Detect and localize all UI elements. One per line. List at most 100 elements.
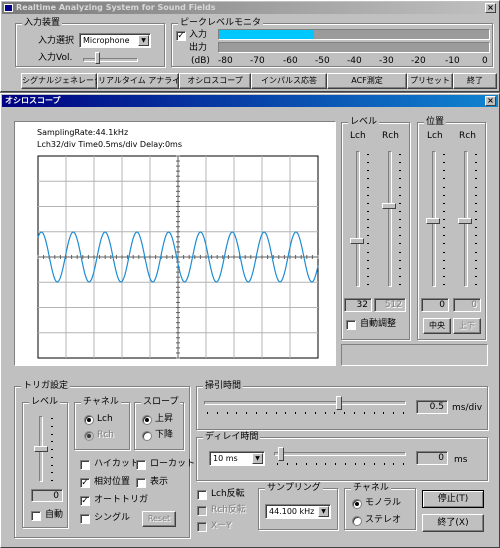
trigger-level-slider[interactable] (34, 446, 48, 452)
position-lch-value: 0 (421, 298, 449, 312)
slider-tick (475, 275, 477, 277)
hicut-label: ハイカット (94, 459, 139, 469)
trigger-auto-checkbox[interactable] (31, 511, 41, 521)
display-checkbox[interactable] (136, 478, 146, 488)
sampling-select[interactable]: 44.100 kHz ▼ (265, 504, 331, 519)
slider-tick (207, 412, 208, 414)
slider-tick (475, 219, 477, 220)
input-vol-slider[interactable] (95, 52, 100, 64)
sweep-label: 掃引時間 (203, 381, 244, 391)
slope-fall-radio[interactable] (142, 431, 152, 441)
slider-tick (399, 194, 401, 196)
impulse-response-button[interactable]: インパルス応答 (251, 73, 327, 89)
meter-scale-label: -60 (283, 56, 298, 66)
slider-tick (285, 412, 287, 414)
slider-tick (393, 463, 395, 465)
scope-screen (37, 155, 319, 359)
slider-tick (367, 202, 369, 204)
chevron-down-icon[interactable]: ▼ (252, 453, 263, 464)
slider-tick (399, 154, 401, 155)
mono-radio[interactable] (352, 499, 362, 509)
level-rch-value: 512 (374, 298, 406, 312)
stop-button[interactable]: 停止(T) (422, 490, 484, 508)
slider-tick (475, 154, 477, 155)
center-button[interactable]: 中央 (423, 318, 451, 334)
reset-button[interactable]: Reset (142, 511, 176, 527)
slider-tick (305, 412, 306, 414)
xy-checkbox[interactable] (197, 522, 207, 532)
slider-tick (51, 433, 53, 435)
level-lch-slider[interactable] (350, 238, 364, 244)
osc-title: オシロスコープ (5, 96, 61, 105)
slider-tick (403, 463, 404, 465)
slider-tick (475, 227, 477, 229)
slider-tick (443, 202, 445, 204)
single-checkbox[interactable] (80, 514, 90, 524)
slider-tick (367, 186, 369, 188)
sampling-label: サンプリング (265, 483, 323, 493)
level-auto-checkbox[interactable] (346, 320, 356, 330)
slider-tick (367, 267, 369, 269)
osc-title-bar: オシロスコープ × (2, 95, 498, 107)
slider-tick (334, 412, 336, 414)
delay-value: 0 (416, 451, 448, 465)
slider-tick (246, 412, 248, 414)
slider-tick (295, 412, 297, 414)
slider-tick (363, 412, 365, 414)
delay-label: ディレイ時間 (203, 432, 261, 442)
trigger-level-label: レベル (29, 397, 61, 407)
level-auto-label: 自動調整 (360, 319, 397, 329)
slider-tick (51, 480, 53, 481)
delay-unit: ms (454, 455, 468, 465)
osc-exit-button[interactable]: 終了(X) (422, 514, 484, 532)
meter-in-checkbox[interactable]: ✓ (176, 31, 186, 41)
rch-invert-checkbox[interactable] (197, 506, 207, 516)
slider-tick (314, 412, 316, 414)
slider-tick (344, 463, 346, 465)
updown-button[interactable]: 上下 (453, 318, 481, 334)
slider-tick (399, 186, 401, 188)
trigger-level-value: 0 (31, 489, 63, 502)
slider-tick (306, 463, 308, 465)
main-window: Realtime Analyzing System for Sound Fiel… (0, 0, 500, 92)
xy-label: X－Y (211, 521, 232, 531)
close-icon[interactable]: × (485, 3, 496, 13)
realtime-analyzer-button[interactable]: リアルタイム アナライザ (97, 73, 188, 89)
slider-tick (443, 284, 445, 285)
close-icon[interactable]: × (485, 96, 496, 106)
autotrig-checkbox[interactable]: ✓ (80, 496, 90, 506)
slider-tick (403, 412, 404, 414)
slider-tick (367, 284, 369, 285)
position-lch-slider[interactable] (426, 218, 440, 224)
stereo-label: ステレオ (365, 515, 402, 525)
slider-tick (354, 412, 355, 414)
stereo-radio[interactable] (352, 516, 362, 526)
hicut-checkbox[interactable] (80, 460, 90, 470)
relpos-checkbox[interactable]: ✓ (80, 478, 90, 488)
lch-invert-checkbox[interactable] (197, 490, 207, 500)
signal-generator-button[interactable]: シグナルジェネレータ (21, 73, 102, 89)
preset-button[interactable]: プリセット (407, 73, 453, 89)
chevron-down-icon[interactable]: ▼ (138, 35, 149, 46)
chevron-down-icon[interactable]: ▼ (318, 506, 329, 517)
slider-tick (475, 251, 477, 253)
meter-in-fill (219, 30, 314, 39)
level-rch-slider[interactable] (382, 203, 396, 209)
sampling-select-value: 44.100 kHz (269, 507, 315, 516)
trigger-slope-label: スロープ (141, 397, 181, 407)
delay-select[interactable]: 10 ms ▼ (209, 451, 265, 466)
acf-measure-button[interactable]: ACF測定 (327, 73, 407, 89)
exit-button[interactable]: 終了 (453, 73, 497, 89)
lowcut-checkbox[interactable] (136, 460, 146, 470)
oscilloscope-button[interactable]: オシロスコープ (179, 73, 251, 89)
input-device-select[interactable]: Microphone ▼ (79, 33, 151, 48)
position-rch-slider[interactable] (458, 218, 472, 224)
slope-rise-radio[interactable] (142, 415, 152, 425)
single-label: シングル (94, 513, 131, 523)
slider-tick (367, 178, 369, 180)
trigger-lch-radio[interactable] (84, 415, 94, 425)
delay-slider[interactable] (278, 447, 284, 461)
trigger-rch-radio[interactable] (84, 431, 94, 441)
meter-out-label: 出力 (189, 43, 208, 53)
sweep-slider[interactable] (336, 396, 342, 410)
